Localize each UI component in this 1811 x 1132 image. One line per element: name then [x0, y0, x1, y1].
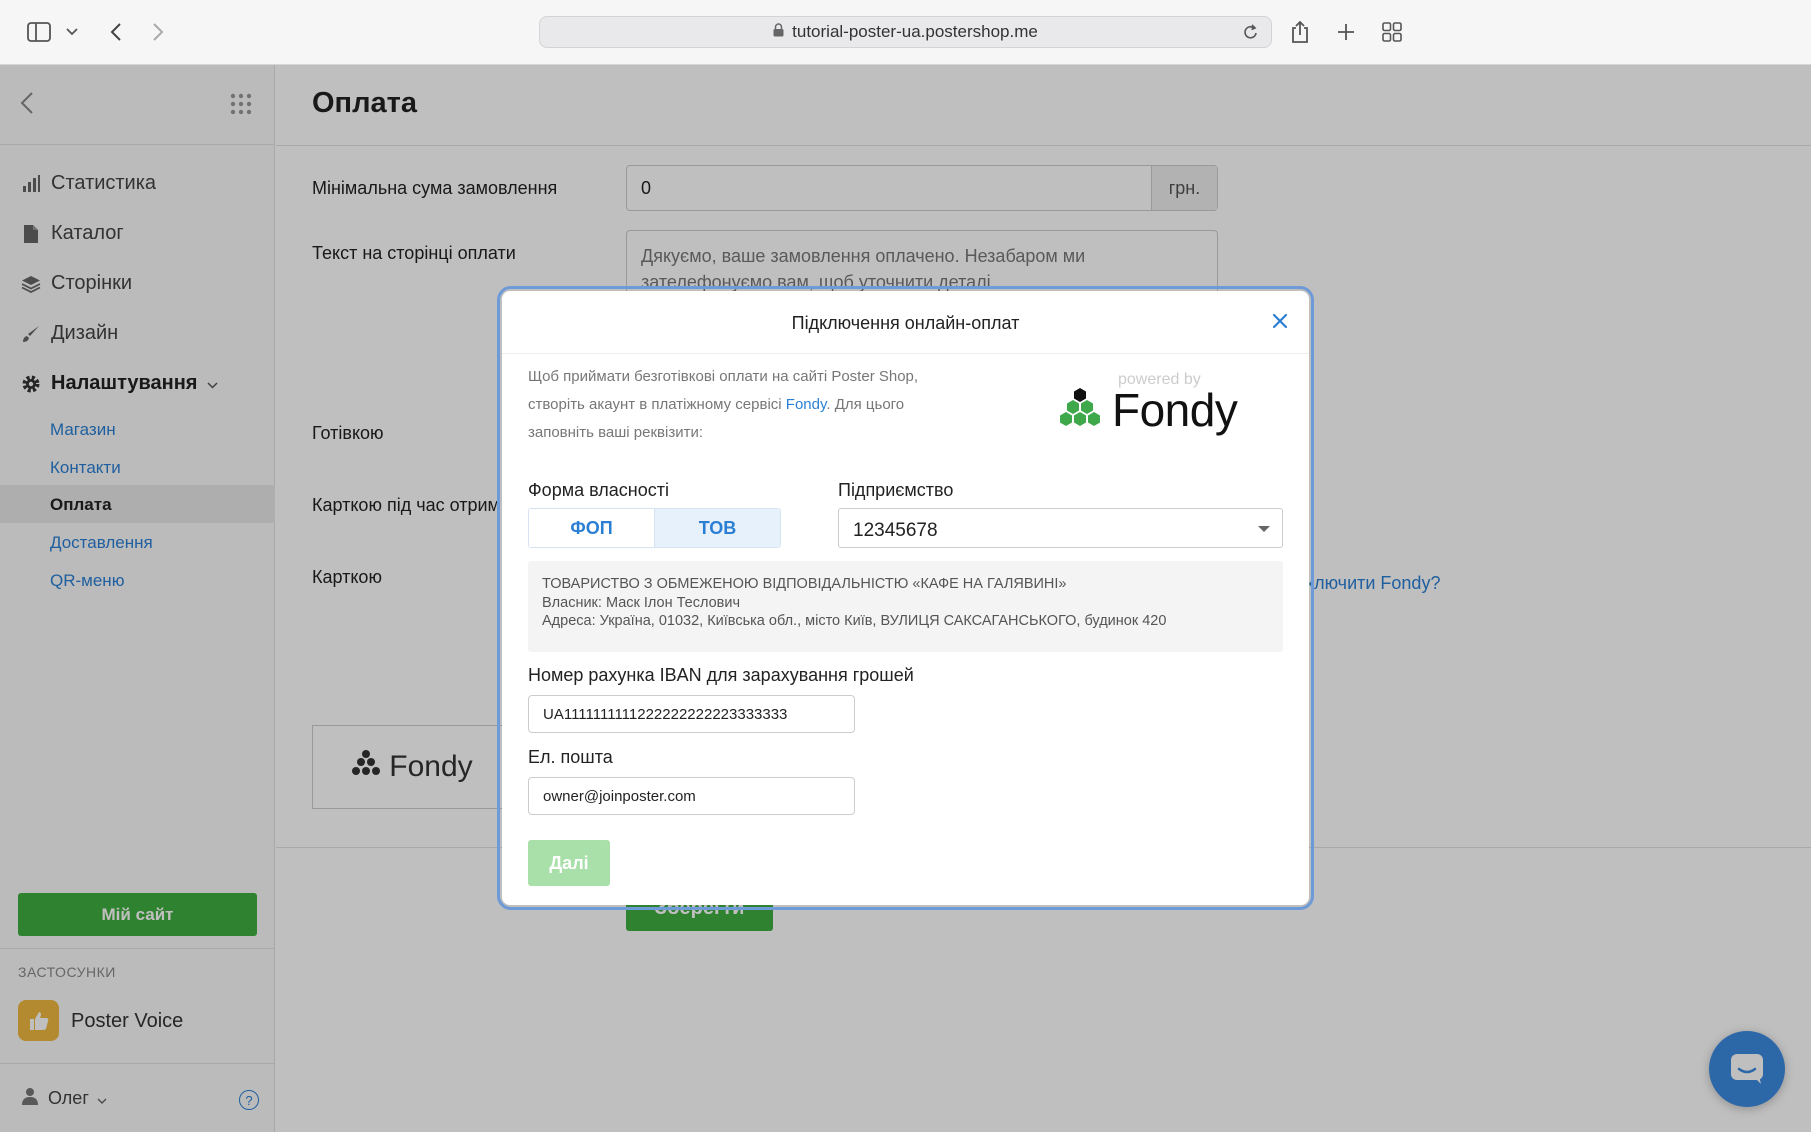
lock-icon — [773, 22, 784, 42]
browser-toolbar: tutorial-poster-ua.postershop.me — [0, 0, 1811, 65]
dropdown-caret-icon — [1258, 526, 1270, 532]
sidebar-toggle-icon[interactable] — [24, 16, 54, 48]
back-icon[interactable] — [104, 16, 128, 48]
modal-title: Підключення онлайн-оплат — [791, 313, 1020, 333]
close-icon[interactable] — [1268, 309, 1292, 333]
share-icon[interactable] — [1286, 16, 1314, 48]
forward-icon[interactable] — [146, 16, 170, 48]
next-button[interactable]: Далі — [528, 840, 610, 886]
fondy-logo-text: Fondy — [1112, 384, 1238, 436]
iban-label: Номер рахунка IBAN для зарахування гроше… — [528, 665, 914, 685]
fondy-logo-icon — [1058, 387, 1102, 433]
email-input[interactable]: owner@joinposter.com — [528, 777, 855, 815]
enterprise-value: 12345678 — [853, 520, 938, 541]
email-label: Ел. пошта — [528, 747, 613, 767]
reload-icon[interactable] — [1243, 23, 1259, 46]
enterprise-select[interactable]: 12345678 — [838, 508, 1283, 548]
new-tab-icon[interactable] — [1332, 16, 1360, 48]
company-name: ТОВАРИСТВО З ОБМЕЖЕНОЮ ВІДПОВІДАЛЬНІСТЮ … — [542, 576, 1067, 592]
ownership-option-fop[interactable]: ФОП — [529, 509, 654, 547]
company-address: Адреса: Україна, 01032, Київська обл., м… — [542, 613, 1167, 629]
url-text: tutorial-poster-ua.postershop.me — [792, 22, 1038, 41]
fondy-link[interactable]: Fondy — [786, 396, 827, 413]
company-details: ТОВАРИСТВО З ОБМЕЖЕНОЮ ВІДПОВІДАЛЬНІСТЮ … — [528, 561, 1283, 652]
address-bar[interactable]: tutorial-poster-ua.postershop.me — [539, 16, 1272, 48]
modal-intro-text: Щоб приймати безготівкові оплати на сайт… — [528, 363, 948, 447]
fondy-logo: Fondy — [1058, 383, 1238, 437]
iban-input[interactable]: UA1111111111222222222223333333 — [528, 695, 855, 733]
chevron-down-icon[interactable] — [62, 16, 82, 48]
enterprise-label: Підприємство — [838, 480, 954, 500]
ownership-label: Форма власності — [528, 480, 669, 500]
ownership-segmented-control: ФОП ТОВ — [528, 508, 781, 548]
ownership-option-tov[interactable]: ТОВ — [654, 509, 780, 547]
company-owner: Власник: Маск Ілон Теслович — [542, 594, 741, 611]
divider — [502, 353, 1309, 354]
online-payments-modal: Підключення онлайн-оплат Щоб приймати бе… — [502, 291, 1309, 905]
tab-overview-icon[interactable] — [1378, 16, 1406, 48]
